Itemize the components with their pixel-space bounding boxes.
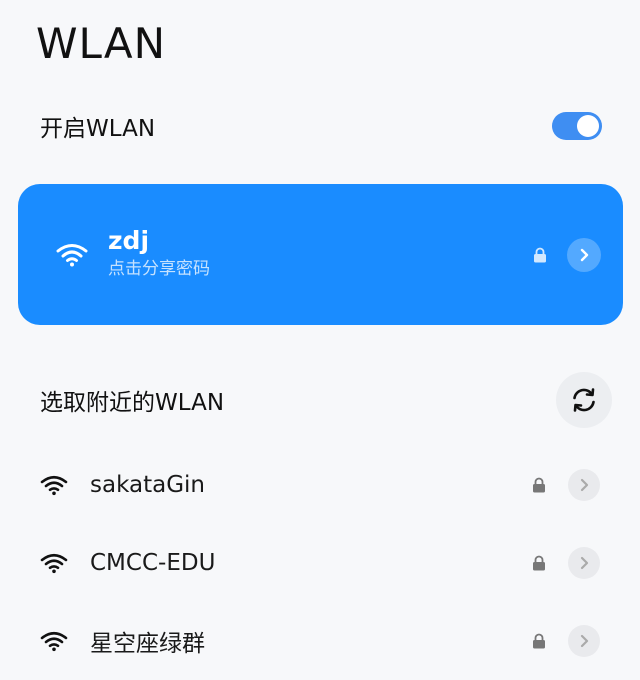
nearby-section-header: 选取附近的WLAN: [40, 372, 612, 428]
wlan-toggle-label: 开启WLAN: [40, 116, 156, 142]
share-password-hint[interactable]: 点击分享密码: [108, 257, 533, 281]
lock-icon: [533, 477, 545, 493]
wlan-toggle-row[interactable]: 开启WLAN: [40, 104, 602, 148]
connected-ssid: zdj: [108, 225, 150, 255]
nearby-network-list: sakataGin CMCC-EDU 星空座绿群: [0, 446, 640, 680]
network-details-button[interactable]: [568, 469, 600, 501]
refresh-icon: [573, 388, 595, 412]
network-ssid: 星空座绿群: [90, 631, 205, 657]
connected-details-button[interactable]: [567, 237, 601, 272]
refresh-button[interactable]: [556, 372, 612, 428]
wifi-icon: [40, 631, 68, 652]
network-ssid: sakataGin: [90, 472, 205, 498]
network-details-button[interactable]: [568, 547, 600, 579]
connected-network-text: zdj 点击分享密码: [108, 225, 533, 281]
network-ssid: CMCC-EDU: [90, 550, 216, 576]
toggle-knob: [577, 115, 599, 137]
chevron-right-icon: [580, 478, 589, 492]
connected-network-card[interactable]: zdj 点击分享密码: [18, 184, 623, 325]
wifi-icon: [56, 243, 88, 266]
network-row[interactable]: CMCC-EDU: [0, 524, 640, 602]
chevron-right-icon: [580, 634, 589, 648]
network-row[interactable]: sakataGin: [0, 446, 640, 524]
lock-icon: [533, 633, 545, 649]
wifi-icon: [40, 475, 68, 496]
nearby-section-title: 选取附近的WLAN: [40, 390, 225, 416]
network-row[interactable]: 星空座绿群: [0, 602, 640, 680]
lock-icon: [533, 555, 545, 571]
wifi-icon: [40, 553, 68, 574]
lock-icon: [534, 247, 546, 262]
page-title: WLAN: [36, 19, 167, 68]
wlan-toggle-switch[interactable]: [552, 112, 602, 140]
chevron-right-icon: [580, 556, 589, 570]
chevron-right-icon: [580, 248, 589, 261]
network-details-button[interactable]: [568, 625, 600, 657]
